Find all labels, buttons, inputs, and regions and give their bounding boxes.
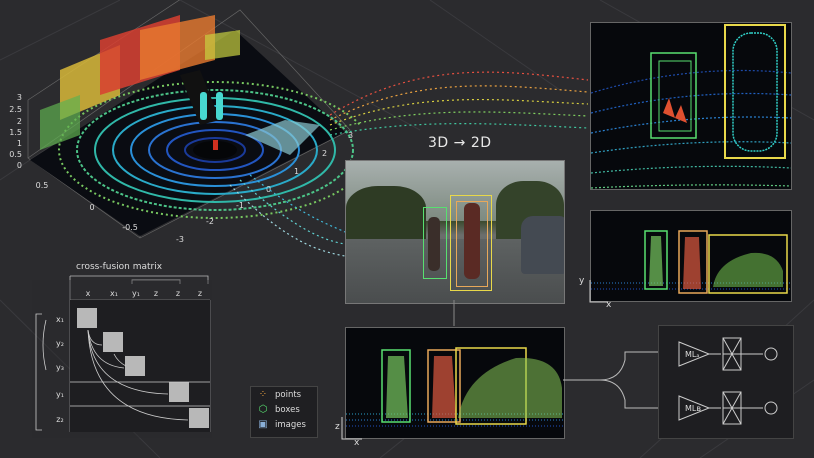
legend: ⁘ points ⬡ boxes ▣ images [250,386,318,438]
matrix-row-label: y₃ [56,363,64,372]
ml-models-box: MLₐ MLʙ [658,325,794,439]
matrix-col-label: z [154,289,158,298]
matrix-col-label: x [86,289,91,298]
matrix-col-label: z [198,289,202,298]
matrix-col-label: x₁ [110,289,118,298]
matrix-row-label: z₂ [56,415,63,424]
matrix-row-label: x₁ [56,315,64,324]
legend-label: boxes [275,404,300,415]
model-a-label: MLₐ [685,350,700,359]
legend-item: ⬡ boxes [251,402,317,417]
model-b-label: MLʙ [685,404,701,413]
cross-fusion-matrix: x x₁ y₁ z z z x₁ y₂ y₃ y₁ z₂ [32,275,212,438]
points-icon: ⁘ [258,389,268,400]
legend-item: ⁘ points [251,387,317,402]
legend-label: points [275,389,302,400]
matrix-col-label: z [176,289,180,298]
matrix-row-label: y₂ [56,339,64,348]
image-icon: ▣ [258,419,268,430]
box-icon: ⬡ [258,404,268,415]
legend-item: ▣ images [251,417,317,432]
matrix-row-label: y₁ [56,390,64,399]
legend-label: images [275,419,306,430]
matrix-col-label: y₁ [132,289,140,298]
